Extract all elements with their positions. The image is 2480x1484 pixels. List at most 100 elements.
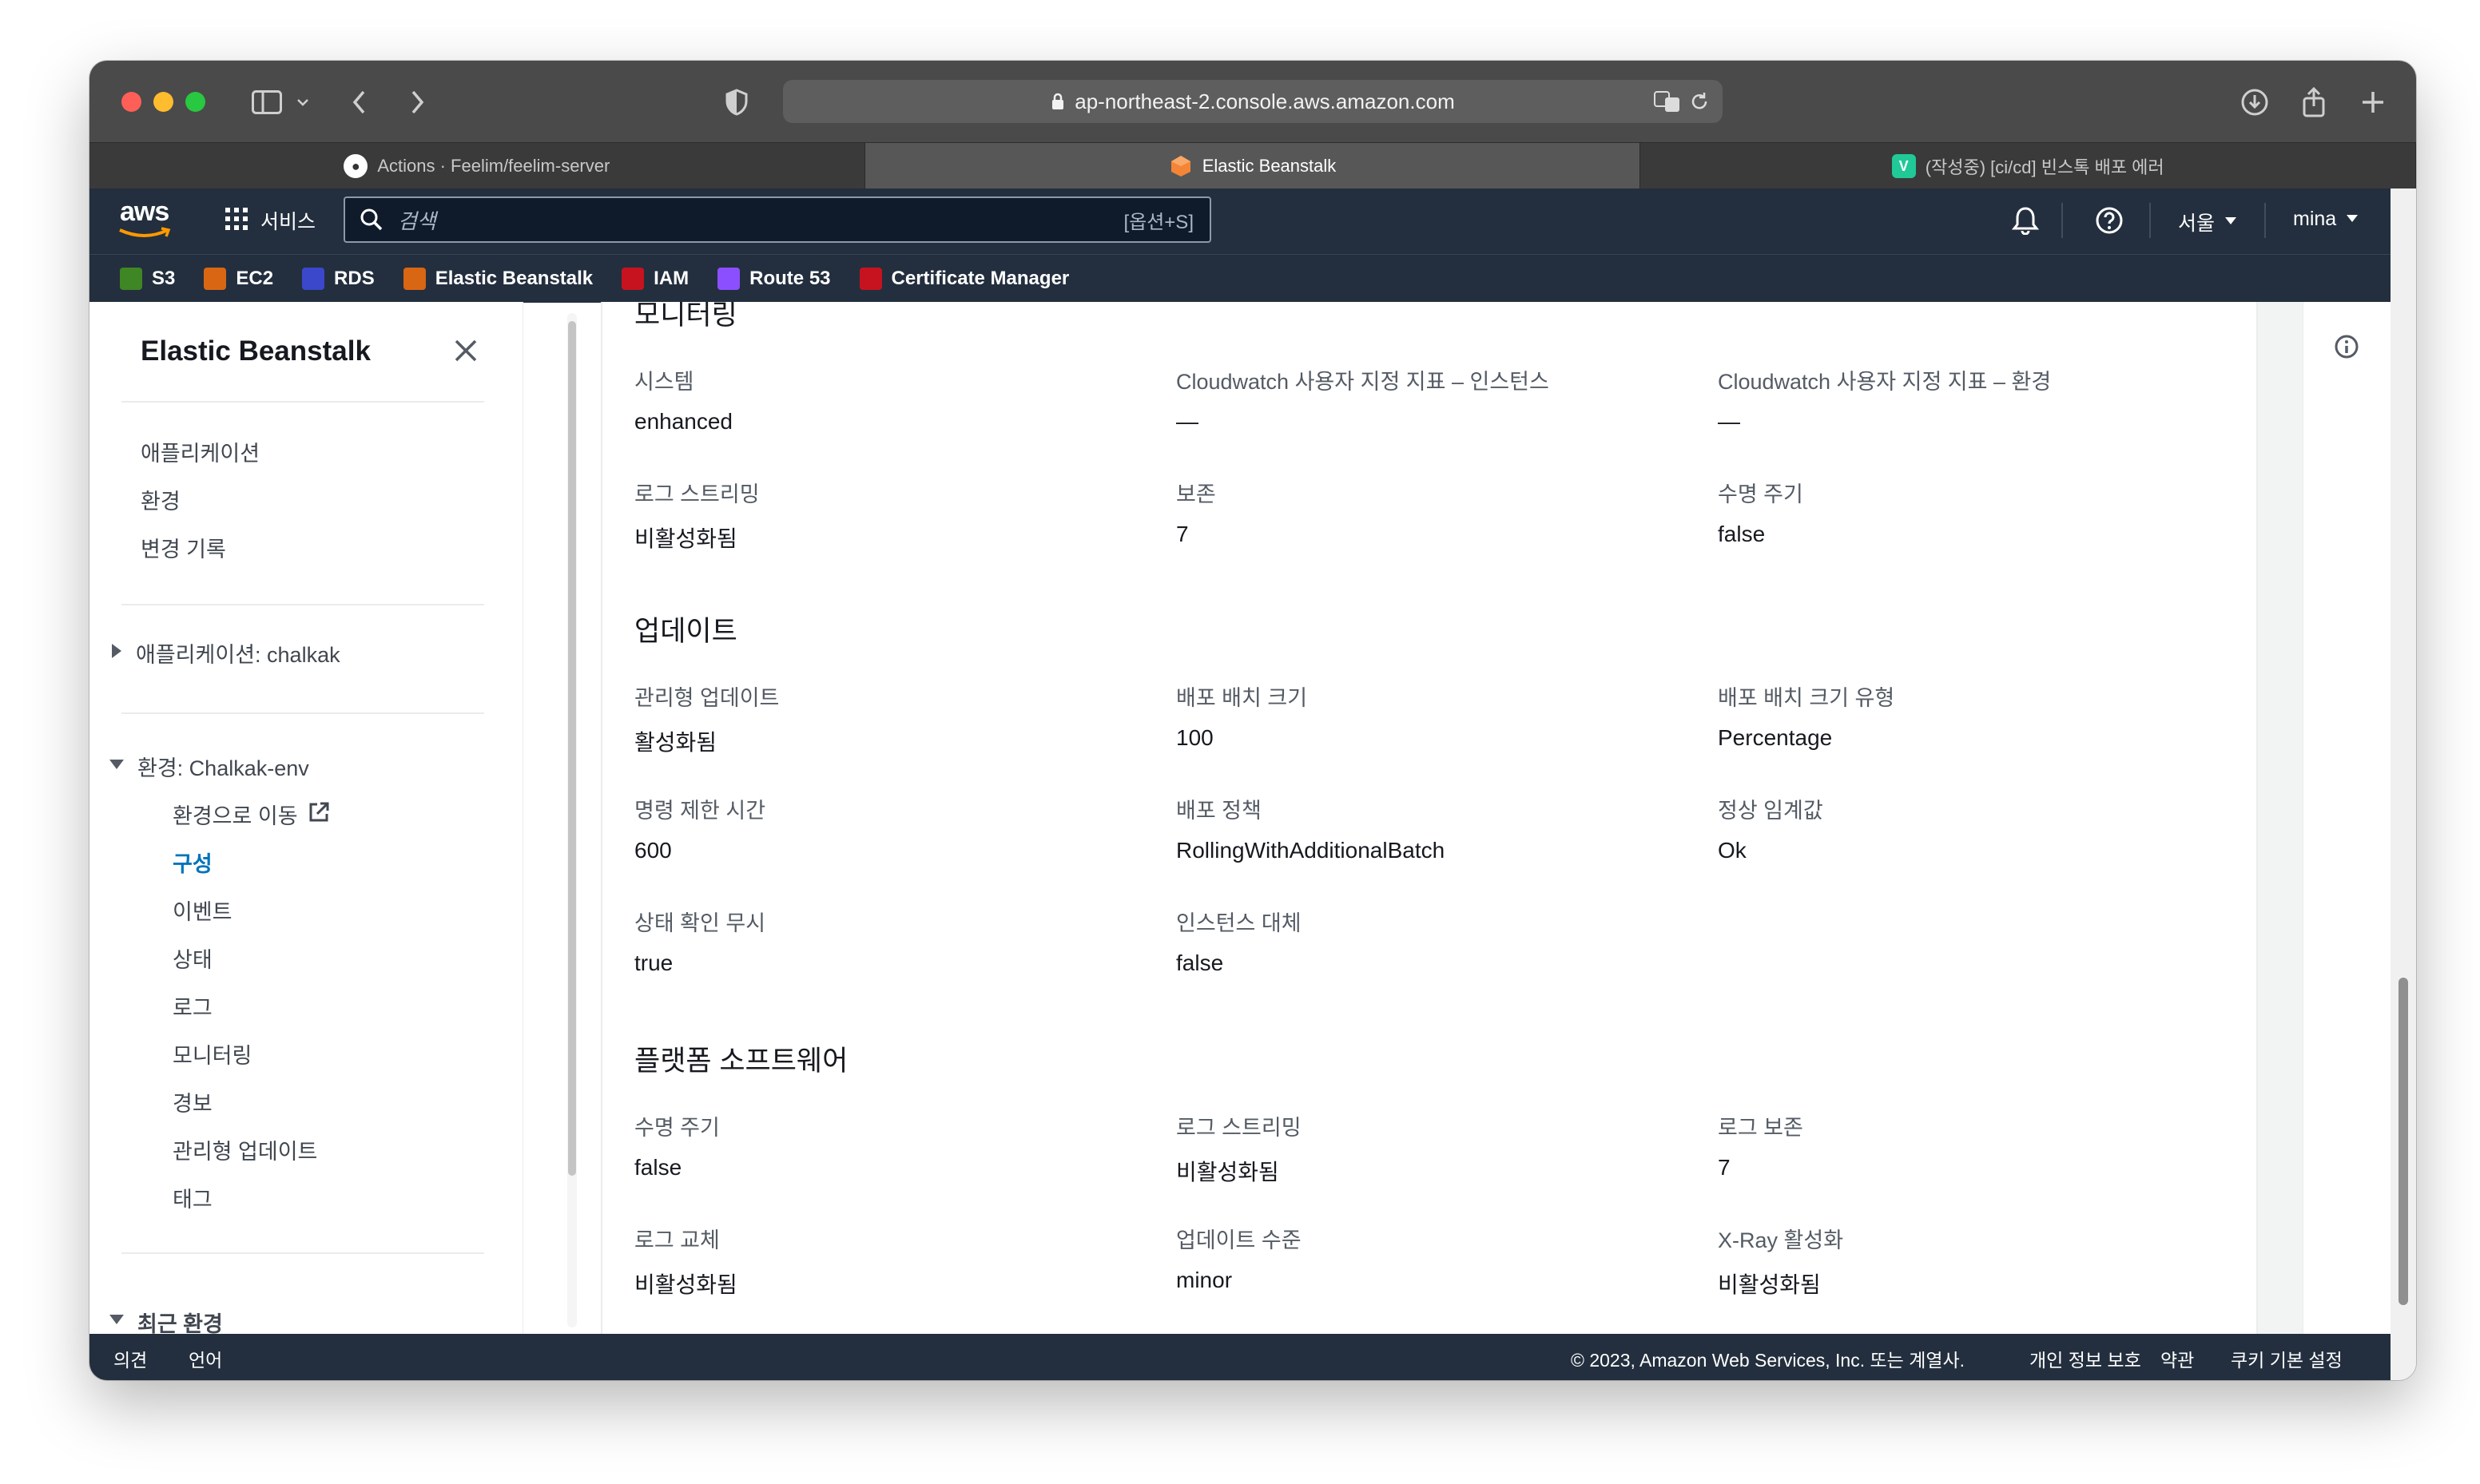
- favorite-rds[interactable]: RDS: [302, 268, 375, 290]
- caret-down-icon: [2346, 212, 2359, 227]
- field-label: 상태 확인 무시: [634, 911, 766, 935]
- sidebar-item-monitoring[interactable]: 모니터링: [173, 1038, 252, 1069]
- feedback-link[interactable]: 의견: [113, 1345, 147, 1372]
- field-value: true: [634, 950, 674, 975]
- field-label: 배포 정책: [1176, 799, 1262, 823]
- favorite-certificate-manager[interactable]: Certificate Manager: [859, 268, 1070, 290]
- chevron-down-icon[interactable]: [291, 81, 315, 123]
- sidebar-title: Elastic Beanstalk: [141, 335, 371, 367]
- favorite-label: IAM: [654, 268, 690, 289]
- aws-header: aws 서비스 검색 [옵션+S] 서울 mina: [89, 188, 2391, 254]
- scrollbar-thumb[interactable]: [568, 321, 576, 1176]
- field-label: 로그 교체: [634, 1228, 720, 1252]
- field-value: 7: [1176, 522, 1189, 546]
- favorite-route-53[interactable]: Route 53: [717, 268, 831, 290]
- tab-label: Elastic Beanstalk: [1202, 156, 1337, 176]
- favorite-ec2[interactable]: EC2: [204, 268, 273, 290]
- tab-label: (작성중) [ci/cd] 빈스톡 배포 에러: [1925, 157, 2164, 177]
- aws-logo[interactable]: aws: [118, 195, 174, 243]
- favorite-label: S3: [152, 268, 176, 289]
- sidebar-item-environments[interactable]: 환경: [141, 484, 181, 515]
- field-label: 로그 스트리밍: [634, 482, 760, 506]
- services-menu[interactable]: 서비스: [224, 204, 316, 236]
- user-menu[interactable]: mina: [2293, 208, 2359, 231]
- field-value: 비활성화됨: [634, 526, 737, 551]
- page-scrollbar[interactable]: [2391, 188, 2416, 1380]
- search-input[interactable]: 검색 [옵션+S]: [344, 196, 1211, 243]
- services-label: 서비스: [260, 211, 316, 233]
- sidebar-toggle-icon[interactable]: [246, 81, 288, 123]
- help-icon[interactable]: [2095, 206, 2124, 239]
- field-label: Cloudwatch 사용자 지정 지표 – 인스턴스: [1176, 370, 1549, 394]
- favorite-label: Certificate Manager: [891, 268, 1070, 289]
- sidebar-item-configuration[interactable]: 구성: [173, 847, 213, 878]
- close-window-button[interactable]: [121, 92, 141, 112]
- sidebar-item-logs[interactable]: 로그: [173, 990, 213, 1022]
- close-icon[interactable]: [454, 339, 478, 367]
- search-placeholder: 검색: [398, 208, 436, 233]
- rds-icon: [302, 268, 325, 290]
- notifications-bell-icon[interactable]: [2011, 206, 2040, 239]
- field-value: 활성화됨: [634, 730, 717, 755]
- field-value: —: [1176, 409, 1198, 434]
- privacy-shield-icon[interactable]: [721, 81, 753, 123]
- aws-logo-text: aws: [120, 196, 169, 227]
- sidebar-item-events[interactable]: 이벤트: [173, 895, 232, 926]
- field-value: 100: [1176, 725, 1214, 750]
- browser-tab-beanstalk[interactable]: Elastic Beanstalk: [864, 143, 1641, 189]
- download-icon[interactable]: [2237, 81, 2272, 123]
- favorite-iam[interactable]: IAM: [622, 268, 689, 290]
- reload-icon[interactable]: [1689, 91, 1710, 117]
- caret-down-icon: [2224, 215, 2237, 229]
- utility-rail: [2303, 302, 2391, 1334]
- zoom-window-button[interactable]: [185, 92, 205, 112]
- browser-tab-github[interactable]: ● Actions · Feelim/feelim-server: [89, 143, 865, 189]
- address-bar[interactable]: ap-northeast-2.console.aws.amazon.com: [783, 80, 1723, 123]
- sidebar-group-environment[interactable]: 환경: Chalkak-env: [109, 751, 309, 782]
- caret-down-icon: [109, 1313, 125, 1330]
- minimize-window-button[interactable]: [153, 92, 173, 112]
- cookie-preferences-link[interactable]: 쿠키 기본 설정: [2231, 1345, 2343, 1372]
- sidebar-item-applications[interactable]: 애플리케이션: [141, 436, 260, 467]
- sidebar-item-go-to-environment[interactable]: 환경으로 이동: [173, 799, 330, 830]
- info-icon[interactable]: [2334, 334, 2359, 363]
- field-value: 비활성화됨: [634, 1272, 737, 1297]
- sidebar-item-health[interactable]: 상태: [173, 942, 213, 974]
- caret-down-icon: [109, 758, 125, 775]
- tab-bar: ● Actions · Feelim/feelim-server Elastic…: [89, 142, 2416, 189]
- field-value: —: [1718, 409, 1740, 434]
- browser-toolbar: ap-northeast-2.console.aws.amazon.com: [89, 61, 2416, 142]
- new-tab-icon[interactable]: [2355, 81, 2391, 123]
- divider: [121, 604, 484, 605]
- language-link[interactable]: 언어: [189, 1345, 222, 1372]
- privacy-link[interactable]: 개인 정보 보호: [2029, 1345, 2141, 1372]
- field-value: false: [634, 1155, 682, 1180]
- sidebar-group-recent[interactable]: 최근 환경: [109, 1307, 223, 1334]
- terms-link[interactable]: 약관: [2160, 1345, 2194, 1372]
- share-icon[interactable]: [2296, 81, 2331, 123]
- region-selector[interactable]: 서울: [2178, 208, 2237, 236]
- field-value: Percentage: [1718, 725, 1833, 750]
- sidebar-item-managed-updates[interactable]: 관리형 업데이트: [173, 1134, 317, 1165]
- sidebar-group-application[interactable]: 애플리케이션: chalkak: [110, 637, 340, 669]
- sidebar-scrollbar[interactable]: [567, 313, 577, 1327]
- forward-icon[interactable]: [401, 81, 433, 123]
- sidebar-item-tags[interactable]: 태그: [173, 1182, 213, 1213]
- favorite-label: Route 53: [749, 268, 831, 289]
- favorite-s3[interactable]: S3: [120, 268, 175, 290]
- sidebar-item-alarms[interactable]: 경보: [173, 1086, 213, 1117]
- field-label: 로그 보존: [1718, 1116, 1803, 1140]
- sidebar-item-change-history[interactable]: 변경 기록: [141, 532, 226, 563]
- field-value: 비활성화됨: [1718, 1272, 1821, 1297]
- favorite-elastic-beanstalk[interactable]: Elastic Beanstalk: [403, 268, 593, 290]
- s3-icon: [120, 268, 142, 290]
- beanstalk-icon: [1169, 154, 1193, 178]
- translate-icon[interactable]: [1654, 90, 1681, 118]
- scrollbar-thumb[interactable]: [2399, 978, 2408, 1305]
- caret-right-icon: [110, 643, 123, 663]
- field-value: 7: [1718, 1155, 1731, 1180]
- browser-tab-velog[interactable]: V (작성중) [ci/cd] 빈스톡 배포 에러: [1640, 143, 2416, 189]
- back-icon[interactable]: [344, 81, 376, 123]
- field-value: enhanced: [634, 409, 733, 434]
- tab-label: Actions · Feelim/feelim-server: [377, 156, 610, 176]
